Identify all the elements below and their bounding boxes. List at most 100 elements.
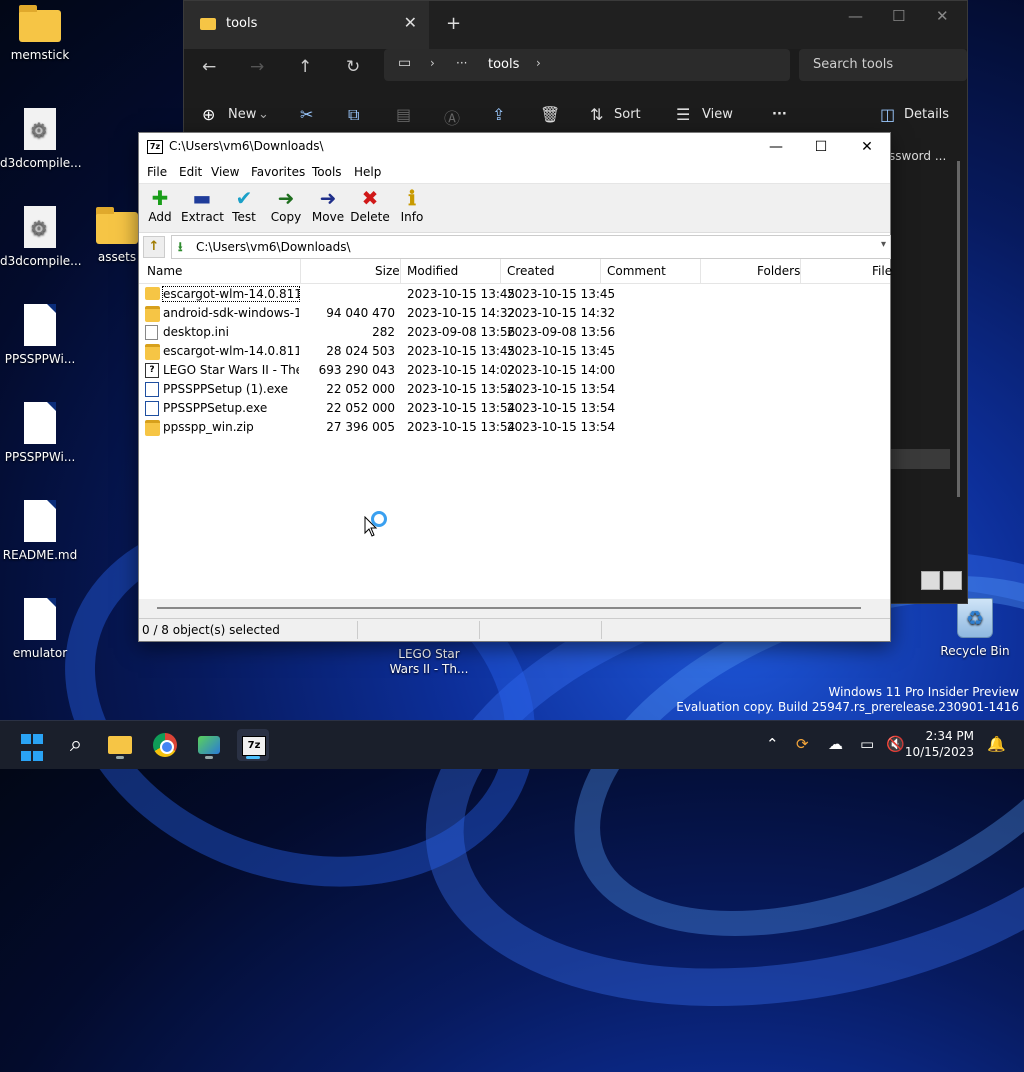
desktop-icon-d3dcompile-1[interactable]: ⚙ d3dcompile... (0, 108, 82, 170)
clock-time: 2:34 PM (925, 729, 974, 743)
file-name: LEGO Star Wars II - The ... (163, 363, 299, 377)
file-modified: 2023-10-15 13:45 (407, 344, 516, 358)
add-button[interactable]: ✚ Add (139, 186, 181, 224)
menu-bar: File Edit View Favorites Tools Help (139, 161, 890, 184)
list-item[interactable]: android-sdk-windows-1... 94 040 470 2023… (139, 304, 890, 323)
info-button[interactable]: ℹ Info (391, 186, 433, 224)
minimize-icon[interactable]: — (753, 135, 799, 161)
column-files[interactable]: File (872, 264, 892, 278)
address-bar[interactable]: ▭ › ··· tools › (384, 49, 790, 81)
chevron-down-icon[interactable]: ▾ (881, 239, 886, 250)
column-created[interactable]: Created (507, 264, 555, 278)
column-modified[interactable]: Modified (407, 264, 458, 278)
list-item[interactable]: PPSSPPSetup.exe 22 052 000 2023-10-15 13… (139, 399, 890, 418)
minus-icon: ▬ (192, 186, 212, 210)
desktop-icon-d3dcompile-2[interactable]: ⚙ d3dcompile... (0, 206, 82, 268)
delete-button[interactable]: ✖ Delete (349, 186, 391, 224)
desktop-icon-label: Wars II - Th... (389, 662, 469, 676)
desktop-icon-ppssppwi-2[interactable]: PPSSPPWi... (0, 402, 80, 464)
desktop-icon-recycle-bin[interactable]: ♻ Recycle Bin (935, 598, 1015, 658)
folder-up-button[interactable]: ↑ (143, 236, 165, 258)
close-icon[interactable]: ✕ (936, 7, 949, 25)
list-item[interactable]: desktop.ini 282 2023-09-08 13:56 2023-09… (139, 323, 890, 342)
list-item[interactable]: ppsspp_win.zip 27 396 005 2023-10-15 13:… (139, 418, 890, 437)
status-bar: 0 / 8 object(s) selected (139, 618, 890, 641)
path-input[interactable]: ⭳ C:\Users\vm6\Downloads\ ▾ (171, 235, 891, 259)
extract-button[interactable]: ▬ Extract (181, 186, 224, 224)
close-icon[interactable]: ✕ (844, 135, 890, 161)
chrome-icon[interactable] (149, 729, 181, 761)
back-arrow-icon[interactable]: ← (202, 57, 216, 77)
move-button[interactable]: ➜ Move (307, 186, 349, 224)
desktop-icon-emulator[interactable]: emulator (0, 598, 80, 660)
menu-edit[interactable]: Edit (179, 165, 202, 179)
details-pane-icon: ◫ (880, 105, 896, 124)
network-icon[interactable]: ▭ (860, 735, 874, 753)
new-tab-icon[interactable]: + (446, 13, 461, 34)
menu-favorites[interactable]: Favorites (251, 165, 305, 179)
paste-icon[interactable]: ▤ (396, 105, 411, 124)
chevron-up-icon[interactable]: ⌃ (766, 735, 779, 753)
add-label: Add (148, 210, 172, 224)
column-name[interactable]: Name (147, 264, 182, 278)
sort-button[interactable]: Sort (614, 107, 641, 122)
volume-muted-icon[interactable]: 🔇 (886, 735, 905, 753)
cut-icon[interactable]: ✂ (300, 105, 313, 124)
file-explorer-taskbar-icon[interactable] (104, 729, 136, 761)
horizontal-scrollbar[interactable] (157, 607, 861, 609)
desktop-icon-ppssppwi-1[interactable]: PPSSPPWi... (0, 304, 80, 366)
list-item[interactable]: escargot-wlm-14.0.8117... 28 024 503 202… (139, 342, 890, 361)
tiles-view-icon[interactable] (943, 571, 962, 590)
menu-tools[interactable]: Tools (312, 165, 342, 179)
explorer-tab[interactable]: tools ✕ (184, 1, 429, 49)
minimize-icon[interactable]: — (848, 7, 863, 25)
settings-file-icon: ⚙ (24, 108, 56, 150)
breadcrumb[interactable]: tools (488, 57, 519, 72)
breadcrumb-more[interactable]: ··· (456, 56, 467, 70)
view-button[interactable]: View (702, 107, 733, 122)
close-icon[interactable]: ✕ (404, 13, 417, 32)
refresh-icon[interactable]: ↻ (346, 57, 360, 77)
desktop-icon-readme[interactable]: README.md (0, 500, 80, 562)
desktop-icon-memstick[interactable]: memstick (0, 5, 80, 62)
desktop-icon-label: d3dcompile... (0, 156, 82, 170)
onedrive-icon[interactable]: ☁ (828, 735, 843, 753)
list-item[interactable]: escargot-wlm-14.0.8117... 2023-10-15 13:… (139, 285, 890, 304)
column-comment[interactable]: Comment (607, 264, 666, 278)
desktop-icon-label: Recycle Bin (940, 644, 1010, 658)
search-input[interactable]: Search tools (799, 49, 967, 81)
maximize-icon[interactable]: ☐ (892, 7, 905, 25)
delete-icon[interactable]: 🗑 (540, 105, 560, 124)
maximize-icon[interactable]: ☐ (798, 135, 844, 161)
column-size[interactable]: Size (375, 264, 400, 278)
test-button[interactable]: ✔ Test (223, 186, 265, 224)
menu-help[interactable]: Help (354, 165, 381, 179)
scrollbar[interactable] (957, 161, 960, 497)
toolbar: ✚ Add ▬ Extract ✔ Test ➜ Copy ➜ Move ✖ D… (139, 184, 890, 233)
menu-view[interactable]: View (211, 165, 239, 179)
list-item[interactable]: PPSSPPSetup (1).exe 22 052 000 2023-10-1… (139, 380, 890, 399)
7zip-taskbar-icon[interactable]: 7z (237, 729, 269, 761)
more-options-button[interactable]: ··· (772, 107, 787, 122)
details-button[interactable]: Details (904, 107, 949, 122)
menu-file[interactable]: File (147, 165, 167, 179)
app-taskbar-icon[interactable] (193, 729, 225, 761)
details-view-icon[interactable] (921, 571, 940, 590)
share-icon[interactable]: ⇪ (492, 105, 505, 124)
new-button[interactable]: New (228, 107, 256, 122)
up-arrow-icon[interactable]: ↑ (298, 57, 312, 77)
search-icon[interactable]: ⌕ (60, 729, 92, 761)
column-folders[interactable]: Folders (757, 264, 800, 278)
copy-icon[interactable]: ⧉ (348, 105, 359, 125)
sync-icon[interactable]: ⟳ (796, 735, 809, 753)
list-item[interactable]: ? LEGO Star Wars II - The ... 693 290 04… (139, 361, 890, 380)
forward-arrow-icon[interactable]: → (250, 57, 264, 77)
notification-bell-icon[interactable]: 🔔 (987, 735, 1006, 753)
start-button[interactable] (16, 729, 58, 771)
file-name: escargot-wlm-14.0.8117... (162, 286, 300, 302)
copy-button[interactable]: ➜ Copy (265, 186, 307, 224)
watermark-line-2: Evaluation copy. Build 25947.rs_prerelea… (676, 700, 1019, 714)
rename-icon[interactable]: Ⓐ (444, 105, 460, 129)
clock[interactable]: 2:34 PM 10/15/2023 (905, 728, 974, 760)
desktop-icon-lego-star-wars[interactable]: LEGO Star Wars II - Th... (389, 647, 469, 677)
